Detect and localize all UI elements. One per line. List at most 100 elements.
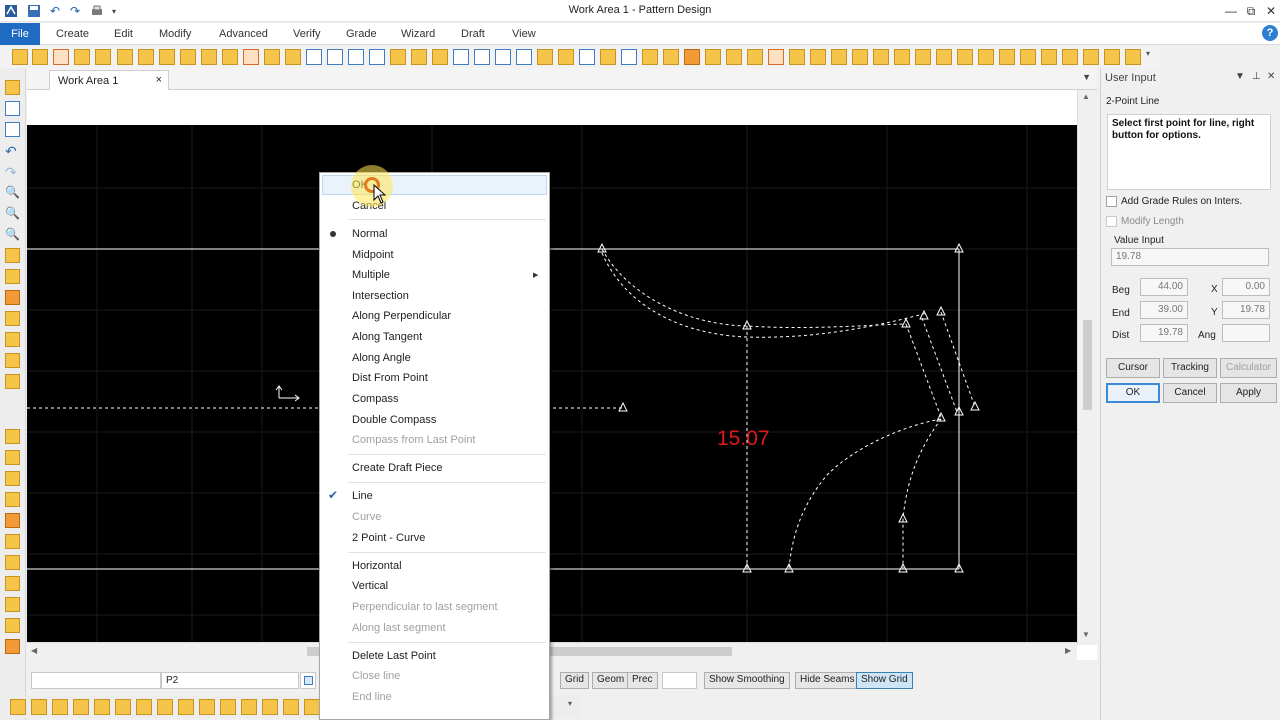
rotate-piece-icon[interactable]	[747, 49, 763, 65]
menu-dist-from-point[interactable]: Dist From Point	[352, 372, 428, 384]
scroll-up-icon[interactable]: ▲	[1082, 92, 1090, 101]
cursor-button[interactable]: Cursor	[1106, 358, 1160, 378]
flare-tool-icon[interactable]	[936, 49, 952, 65]
menu-along-last-segment[interactable]: Along last segment	[352, 622, 446, 634]
menu-modify[interactable]: Modify	[159, 23, 191, 45]
menu-wizard[interactable]: Wizard	[401, 23, 435, 45]
maximize-button[interactable]: ⧉	[1240, 2, 1262, 20]
prec-value-field[interactable]	[662, 672, 697, 689]
ang-field[interactable]	[1222, 324, 1270, 342]
parallel-tool-icon[interactable]	[411, 49, 427, 65]
piece-info-icon[interactable]	[1125, 49, 1141, 65]
tab-work-area-1[interactable]: Work Area 1 ×	[49, 70, 169, 90]
rule-table-icon[interactable]	[5, 555, 20, 570]
close-window-button[interactable]: ✕	[1260, 2, 1280, 20]
piece-tool-7-icon[interactable]	[136, 699, 152, 715]
piece-tool-8-icon[interactable]	[157, 699, 173, 715]
menu-intersection[interactable]: Intersection	[352, 290, 409, 302]
scroll-right-icon[interactable]: ▶	[1065, 646, 1071, 655]
notch-style-icon[interactable]	[1104, 49, 1120, 65]
menu-close-line[interactable]: Close line	[352, 670, 400, 682]
select-line-icon[interactable]	[5, 269, 20, 284]
piece-tool-6-icon[interactable]	[115, 699, 131, 715]
panel-dropdown-icon[interactable]: ▼	[1235, 71, 1245, 82]
gather-tool-icon[interactable]	[957, 49, 973, 65]
arrange-icon[interactable]	[5, 492, 20, 507]
straight-line-icon[interactable]	[327, 49, 343, 65]
zoom-fit-icon[interactable]: 🔍	[5, 227, 20, 242]
corner-tool-icon[interactable]	[831, 49, 847, 65]
piece-tool-12-icon[interactable]	[241, 699, 257, 715]
x-field[interactable]: 0.00	[1222, 278, 1270, 296]
dist-field[interactable]: 19.78	[1140, 324, 1188, 342]
menu-normal[interactable]: Normal	[352, 228, 387, 240]
vertical-scrollbar[interactable]: ▲ ▼	[1077, 90, 1097, 645]
calculator-button[interactable]: Calculator	[1220, 358, 1277, 378]
tag-tool-icon[interactable]	[1083, 49, 1099, 65]
intersect-tool-icon[interactable]	[516, 49, 532, 65]
piece-tool-10-icon[interactable]	[199, 699, 215, 715]
add-fullness-icon[interactable]	[894, 49, 910, 65]
move-tool-icon[interactable]	[138, 49, 154, 65]
seam-tool-icon[interactable]	[285, 49, 301, 65]
angle-tool-icon[interactable]	[474, 49, 490, 65]
menu-end-line[interactable]: End line	[352, 691, 392, 703]
cancel-button[interactable]: Cancel	[1163, 383, 1217, 403]
notch-tool-icon[interactable]	[74, 49, 90, 65]
measure-view-icon[interactable]	[5, 618, 20, 633]
rotate-tool-icon[interactable]	[159, 49, 175, 65]
copy-piece-icon[interactable]	[663, 49, 679, 65]
geom-button[interactable]: Geom	[592, 672, 630, 689]
show-grid-button[interactable]: Show Grid	[856, 672, 913, 689]
modify-length-checkbox[interactable]	[1106, 216, 1117, 227]
tangent-tool-icon[interactable]	[495, 49, 511, 65]
horizontal-scrollbar[interactable]: ◀ ▶	[27, 642, 1077, 660]
measure-tool-icon[interactable]	[306, 49, 322, 65]
arc-line-icon[interactable]	[369, 49, 385, 65]
menu-vertical[interactable]: Vertical	[352, 580, 388, 592]
tab-close-button[interactable]: ×	[156, 74, 162, 86]
vertical-scroll-thumb[interactable]	[1083, 320, 1092, 410]
piece-tool-15-icon[interactable]	[304, 699, 320, 715]
mirror-tool-icon[interactable]	[180, 49, 196, 65]
menu-line[interactable]: Line	[352, 490, 373, 502]
match-piece-icon[interactable]	[789, 49, 805, 65]
swap-tool-icon[interactable]	[999, 49, 1015, 65]
menu-create[interactable]: Create	[56, 23, 89, 45]
menu-2-point-curve[interactable]: 2 Point - Curve	[352, 532, 425, 544]
toolbar-overflow-icon[interactable]: ▾	[1146, 49, 1162, 65]
menu-draft[interactable]: Draft	[461, 23, 485, 45]
status-toggle[interactable]	[300, 672, 316, 689]
save-as-icon[interactable]	[5, 122, 20, 137]
end-field[interactable]: 39.00	[1140, 301, 1188, 319]
curve-tool-icon[interactable]	[53, 49, 69, 65]
menu-perpendicular-to-last-segment[interactable]: Perpendicular to last segment	[352, 601, 498, 613]
zoom-in-icon[interactable]: 🔍	[5, 206, 20, 221]
piece-tool-9-icon[interactable]	[178, 699, 194, 715]
piece-tool-4-icon[interactable]	[73, 699, 89, 715]
dart-tool-icon[interactable]	[243, 49, 259, 65]
grid-button[interactable]: Grid	[560, 672, 589, 689]
select-point-icon[interactable]	[5, 290, 20, 305]
pin-tool-icon[interactable]	[1062, 49, 1078, 65]
add-grade-rules-checkbox[interactable]	[1106, 196, 1117, 207]
bring-piece-icon[interactable]	[5, 429, 20, 444]
panel-pin-icon[interactable]: ⊥	[1252, 71, 1261, 82]
pleat-tool-icon[interactable]	[264, 49, 280, 65]
cut-tool-icon[interactable]	[201, 49, 217, 65]
drill-tool-icon[interactable]	[117, 49, 133, 65]
facing-tool-icon[interactable]	[852, 49, 868, 65]
menu-view[interactable]: View	[512, 23, 536, 45]
split-tool-icon[interactable]	[537, 49, 553, 65]
text-tool-icon[interactable]	[621, 49, 637, 65]
scroll-down-icon[interactable]: ▼	[1082, 630, 1090, 639]
help-icon[interactable]: ?	[1262, 25, 1278, 41]
scroll-left-icon[interactable]: ◀	[31, 646, 37, 655]
join-tool-icon[interactable]	[558, 49, 574, 65]
annotation-tool-icon[interactable]	[1041, 49, 1057, 65]
menu-edit[interactable]: Edit	[114, 23, 133, 45]
mark-tool-icon[interactable]	[95, 49, 111, 65]
put-away-icon[interactable]	[5, 450, 20, 465]
plot-icon[interactable]	[5, 639, 20, 654]
shrink-tool-icon[interactable]	[978, 49, 994, 65]
